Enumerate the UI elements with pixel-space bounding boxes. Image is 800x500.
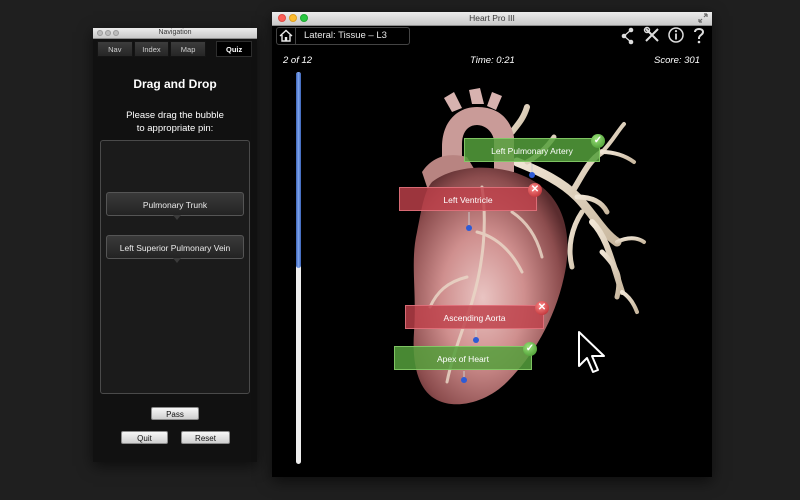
tab-nav[interactable]: Nav	[97, 41, 133, 57]
reset-button[interactable]: Reset	[181, 431, 230, 444]
bubble-panel: Pulmonary Trunk Left Superior Pulmonary …	[100, 140, 250, 394]
minimize-button[interactable]	[105, 30, 111, 36]
pin-left-pulmonary-artery	[529, 164, 535, 178]
bubble-pulmonary-trunk[interactable]: Pulmonary Trunk	[106, 192, 244, 220]
pass-button[interactable]: Pass	[151, 407, 199, 420]
correct-check-icon: ✓	[523, 342, 537, 356]
bubble-tail	[173, 215, 181, 220]
instruction-line-1: Please drag the bubble	[126, 110, 224, 121]
tab-quiz[interactable]: Quiz	[216, 41, 252, 57]
navigation-window: Navigation Nav Index Map Quiz Drag and D…	[93, 28, 257, 462]
tab-map[interactable]: Map	[170, 41, 206, 57]
bubble-left-superior-pulmonary-vein[interactable]: Left Superior Pulmonary Vein	[106, 235, 244, 263]
pin-ascending-aorta	[473, 330, 479, 343]
correct-check-icon: ✓	[591, 134, 605, 148]
quit-button[interactable]: Quit	[121, 431, 168, 444]
bubble-label: Left Superior Pulmonary Vein	[119, 243, 231, 253]
quiz-instructions: Please drag the bubble to appropriate pi…	[93, 109, 257, 135]
nav-tab-bar: Nav Index Map Quiz	[97, 41, 253, 57]
wrong-x-icon: ✕	[528, 183, 542, 197]
instruction-line-2: to appropriate pin:	[136, 123, 214, 134]
tab-index[interactable]: Index	[133, 41, 170, 57]
label-apex-of-heart[interactable]: Apex of Heart ✓	[394, 342, 537, 370]
close-button[interactable]	[97, 30, 103, 36]
heart-pro-window: Heart Pro III Lateral: Tissue – L3 2 of …	[272, 12, 712, 477]
zoom-button[interactable]	[113, 30, 119, 36]
pins-layer	[461, 164, 535, 383]
tab-spacer	[206, 41, 216, 57]
mouse-cursor-icon	[578, 331, 605, 373]
label-left-pulmonary-artery[interactable]: Left Pulmonary Artery ✓	[464, 134, 605, 162]
label-text: Ascending Aorta	[443, 313, 506, 323]
bubble-tail	[173, 258, 181, 263]
pin-apex-of-heart	[461, 371, 467, 383]
wrong-x-icon: ✕	[535, 301, 549, 315]
label-ascending-aorta[interactable]: Ascending Aorta ✕	[405, 301, 549, 329]
label-left-ventricle[interactable]: Left Ventricle ✕	[399, 183, 542, 211]
pin-left-ventricle	[466, 212, 472, 231]
navigation-window-title: Navigation	[158, 29, 192, 36]
navigation-titlebar[interactable]: Navigation	[93, 28, 257, 39]
label-text: Apex of Heart	[437, 354, 489, 364]
quiz-heading: Drag and Drop	[133, 77, 217, 91]
bubble-label: Pulmonary Trunk	[142, 200, 208, 210]
label-text: Left Pulmonary Artery	[491, 146, 573, 156]
label-text: Left Ventricle	[443, 195, 493, 205]
